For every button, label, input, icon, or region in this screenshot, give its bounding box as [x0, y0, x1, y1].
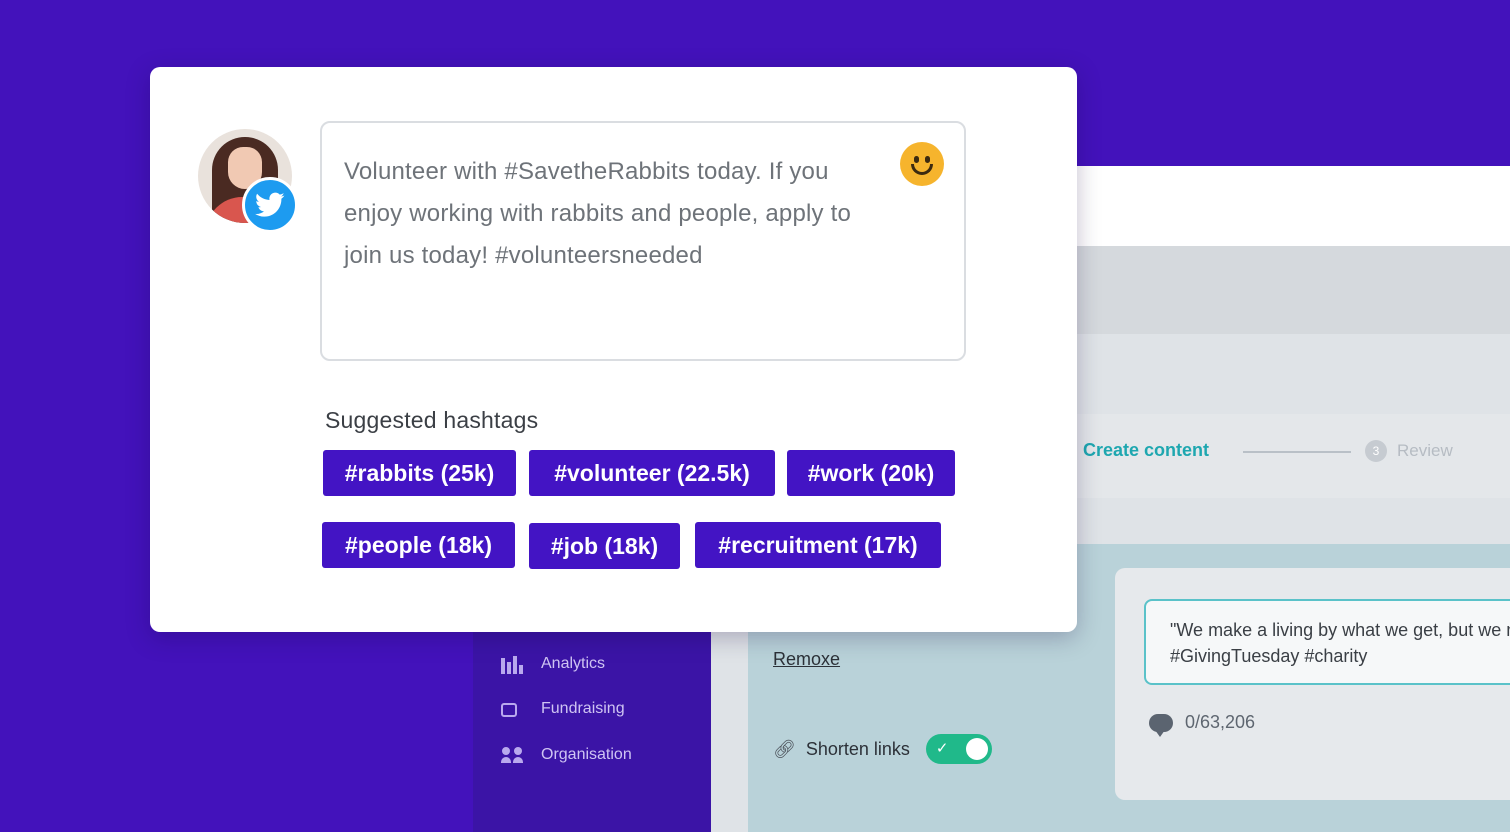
sidebar-item-label: Fundraising [541, 700, 625, 717]
comment-icon [1149, 713, 1173, 737]
sidebar-item-label: Organisation [541, 746, 632, 763]
toggle-knob [965, 738, 988, 760]
shorten-links-row: 🔗︎ Shorten links ✓ [773, 734, 992, 764]
sidebar-item-label: Analytics [541, 655, 606, 672]
hashtag-chip-people[interactable]: #people (18k) [322, 522, 515, 568]
step-review[interactable]: 3 Review [1365, 440, 1453, 462]
people-icon [501, 745, 525, 765]
remove-link[interactable]: Remoxe [773, 649, 840, 670]
hashtag-chip-volunteer[interactable]: #volunteer (22.5k) [529, 450, 775, 496]
shorten-links-label: Shorten links [805, 738, 910, 759]
hashtag-chip-recruitment[interactable]: #recruitment (17k) [695, 522, 941, 568]
sidebar-item-fundraising[interactable]: Fundraising [501, 699, 625, 719]
character-count: 0/63,206 [1185, 712, 1256, 732]
compose-text-area[interactable]: Volunteer with #SavetheRabbits today. If… [320, 121, 966, 361]
twitter-icon [242, 177, 298, 233]
step-create-content[interactable]: Create content [1083, 440, 1209, 461]
step-number: 3 [1365, 440, 1387, 462]
hashtag-chip-rabbits[interactable]: #rabbits (25k) [323, 450, 516, 496]
smiley-icon[interactable] [900, 142, 944, 186]
link-icon: 🔗︎ [773, 738, 796, 759]
profile-avatar-with-badge [198, 129, 300, 235]
shorten-links-toggle[interactable]: ✓ [925, 734, 992, 764]
hashtag-chip-job[interactable]: #job (18k) [529, 523, 680, 569]
compose-modal: Volunteer with #SavetheRabbits today. If… [150, 67, 1077, 632]
sidebar-item-organisation[interactable]: Organisation [501, 745, 632, 765]
character-counter: 0/63,206 [1149, 712, 1256, 737]
suggested-hashtags-heading: Suggested hashtags [325, 407, 539, 433]
step-label: Review [1397, 441, 1453, 460]
fundraising-icon [501, 699, 525, 719]
sidebar-item-analytics[interactable]: Analytics [501, 654, 605, 674]
check-icon: ✓ [935, 740, 949, 757]
hashtag-chip-work[interactable]: #work (20k) [787, 450, 955, 496]
stepper-connector [1243, 451, 1351, 453]
post-text-field[interactable]: "We make a living by what we get, but we… [1144, 599, 1510, 685]
bar-chart-icon [501, 654, 525, 674]
compose-text: Volunteer with #SavetheRabbits today. If… [344, 158, 852, 269]
app-top-bar [1076, 166, 1510, 246]
